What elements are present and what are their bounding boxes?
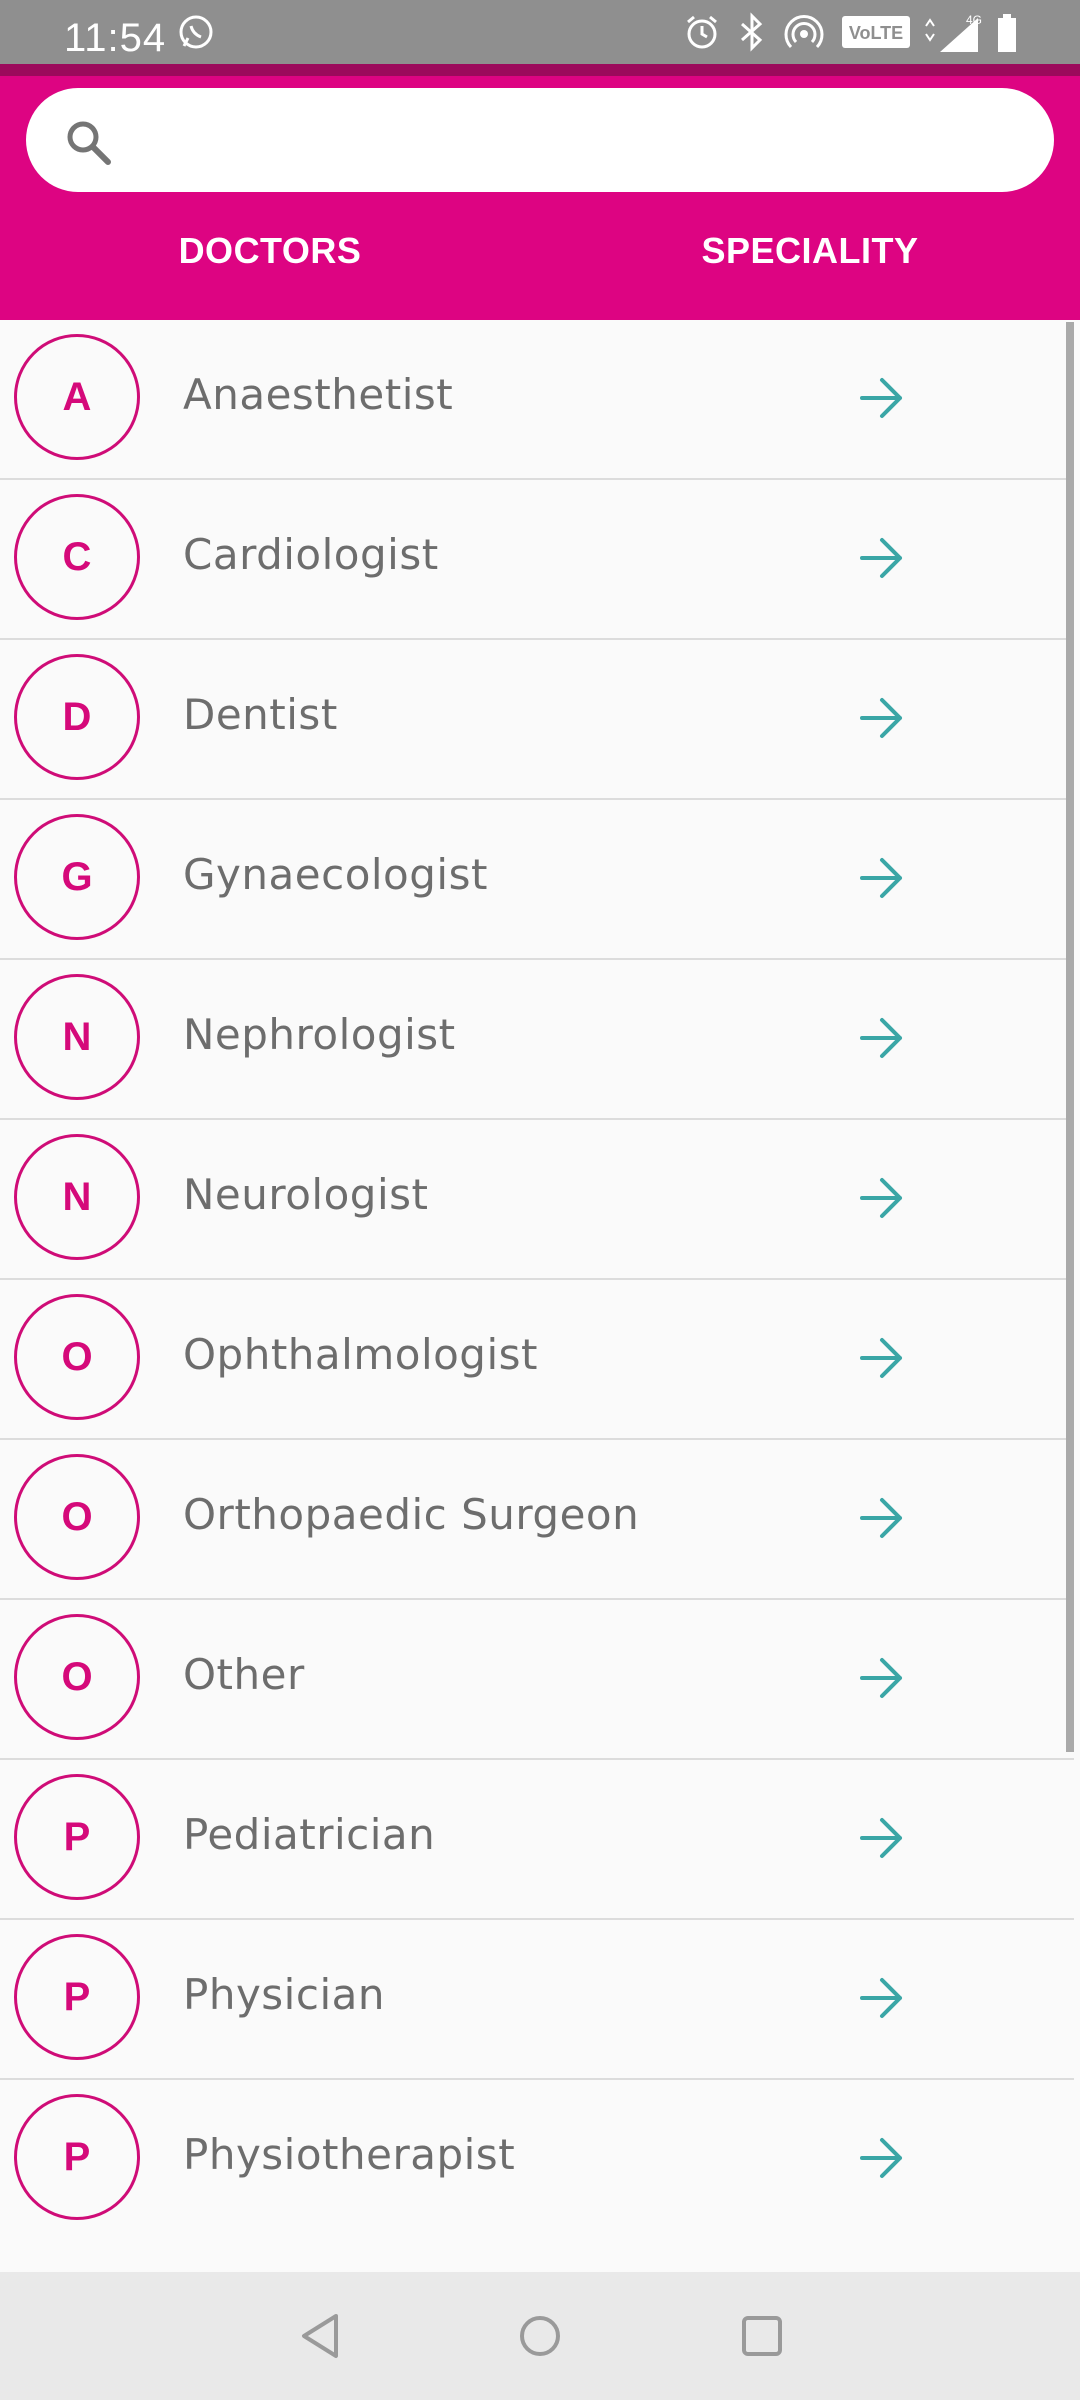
- list-item[interactable]: O Orthopaedic Surgeon: [0, 1440, 1074, 1600]
- letter-avatar: D: [14, 654, 140, 780]
- status-time: 11:54: [64, 16, 167, 60]
- letter-avatar: N: [14, 974, 140, 1100]
- arrow-right-icon[interactable]: [858, 2136, 906, 2185]
- list-item[interactable]: A Anaesthetist: [0, 320, 1074, 480]
- signal-4g-icon: 4G: [922, 12, 982, 61]
- letter-avatar: N: [14, 1134, 140, 1260]
- list-item[interactable]: D Dentist: [0, 640, 1074, 800]
- hotspot-icon: [784, 12, 824, 57]
- speciality-name: Neurologist: [183, 1170, 429, 1219]
- recents-icon[interactable]: [738, 2310, 786, 2367]
- list-item[interactable]: C Cardiologist: [0, 480, 1074, 640]
- list-item[interactable]: P Physiotherapist: [0, 2080, 1074, 2240]
- speciality-name: Dentist: [183, 690, 338, 739]
- letter-avatar: P: [14, 2094, 140, 2220]
- list-item[interactable]: N Neurologist: [0, 1120, 1074, 1280]
- letter-avatar: C: [14, 494, 140, 620]
- arrow-right-icon[interactable]: [858, 376, 906, 425]
- tab-speciality[interactable]: SPECIALITY: [540, 230, 1080, 272]
- navigation-bar: [0, 2272, 1080, 2400]
- scrollbar[interactable]: [1066, 322, 1074, 1752]
- arrow-right-icon[interactable]: [858, 1656, 906, 1705]
- list-item[interactable]: P Pediatrician: [0, 1760, 1074, 1920]
- arrow-right-icon[interactable]: [858, 856, 906, 905]
- battery-icon: [996, 12, 1018, 61]
- status-edge: [0, 64, 1080, 76]
- arrow-right-icon[interactable]: [858, 1976, 906, 2025]
- volte-label: VoLTE: [849, 23, 903, 43]
- letter-avatar: G: [14, 814, 140, 940]
- letter-avatar: O: [14, 1294, 140, 1420]
- arrow-right-icon[interactable]: [858, 696, 906, 745]
- list-item[interactable]: N Nephrologist: [0, 960, 1074, 1120]
- network-label: 4G: [966, 13, 982, 27]
- list-item[interactable]: O Other: [0, 1600, 1074, 1760]
- status-bar: 11:54 VoLTE 4G: [0, 0, 1080, 64]
- search-input[interactable]: [136, 110, 1020, 172]
- search-bar[interactable]: [26, 88, 1054, 192]
- volte-icon: VoLTE: [842, 16, 910, 53]
- speciality-name: Physician: [183, 1970, 385, 2019]
- tab-doctors[interactable]: DOCTORS: [0, 230, 540, 272]
- speciality-list: A Anaesthetist C Cardiologist D Dentist …: [0, 320, 1074, 2240]
- letter-avatar: O: [14, 1454, 140, 1580]
- speciality-name: Gynaecologist: [183, 850, 488, 899]
- speciality-name: Pediatrician: [183, 1810, 436, 1859]
- home-icon[interactable]: [516, 2310, 564, 2367]
- arrow-right-icon[interactable]: [858, 1496, 906, 1545]
- letter-avatar: A: [14, 334, 140, 460]
- speciality-name: Cardiologist: [183, 530, 439, 579]
- arrow-right-icon[interactable]: [858, 536, 906, 585]
- speciality-name: Ophthalmologist: [183, 1330, 538, 1379]
- letter-avatar: P: [14, 1774, 140, 1900]
- speciality-name: Anaesthetist: [183, 370, 454, 419]
- alarm-icon: [682, 12, 722, 57]
- list-item[interactable]: O Ophthalmologist: [0, 1280, 1074, 1440]
- arrow-right-icon[interactable]: [858, 1816, 906, 1865]
- arrow-right-icon[interactable]: [858, 1336, 906, 1385]
- letter-avatar: O: [14, 1614, 140, 1740]
- app-header: DOCTORS SPECIALITY: [0, 76, 1080, 320]
- speciality-name: Other: [183, 1650, 305, 1699]
- bluetooth-icon: [734, 12, 770, 57]
- speciality-name: Physiotherapist: [183, 2130, 516, 2179]
- arrow-right-icon[interactable]: [858, 1176, 906, 1225]
- arrow-right-icon[interactable]: [858, 1016, 906, 1065]
- search-icon: [64, 118, 112, 171]
- speciality-name: Orthopaedic Surgeon: [183, 1490, 640, 1539]
- speciality-name: Nephrologist: [183, 1010, 456, 1059]
- list-item[interactable]: P Physician: [0, 1920, 1074, 2080]
- letter-avatar: P: [14, 1934, 140, 2060]
- back-icon[interactable]: [296, 2310, 344, 2367]
- whatsapp-icon: [176, 12, 216, 57]
- list-item[interactable]: G Gynaecologist: [0, 800, 1074, 960]
